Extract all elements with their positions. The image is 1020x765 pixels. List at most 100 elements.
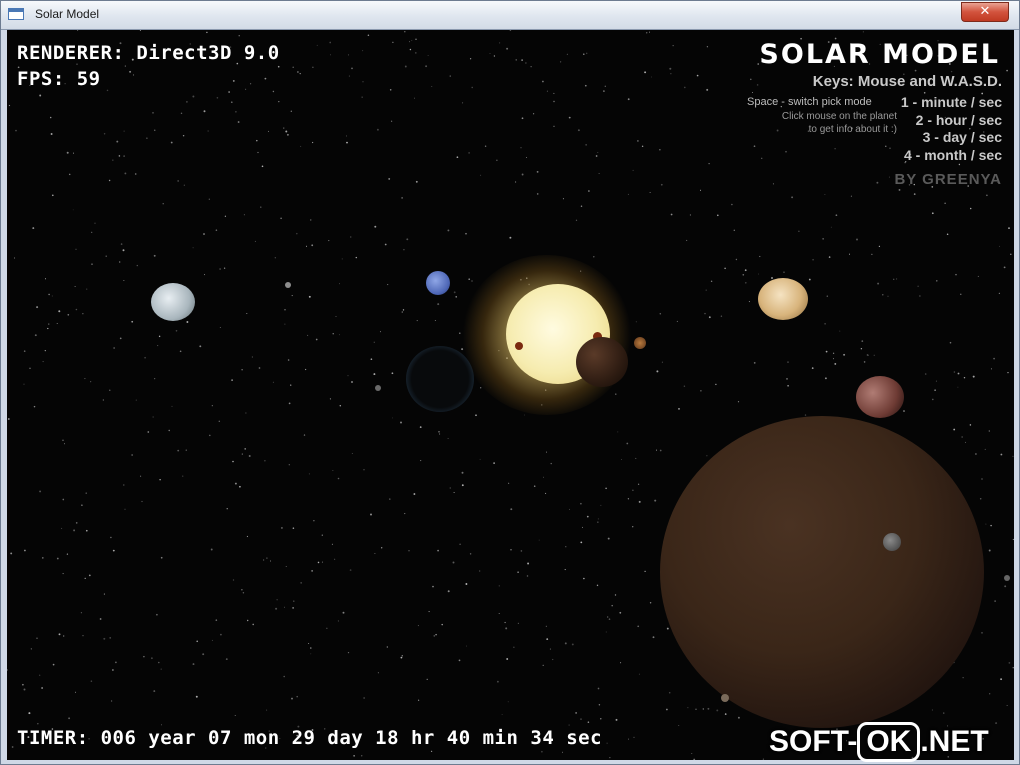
star <box>498 585 500 587</box>
star <box>156 613 158 616</box>
star <box>362 50 364 52</box>
star <box>311 141 314 144</box>
star <box>160 556 163 559</box>
star <box>84 577 86 580</box>
star <box>843 353 846 356</box>
star <box>14 257 16 259</box>
planet-jupiter[interactable] <box>660 416 984 728</box>
star <box>569 508 570 510</box>
star <box>861 340 864 342</box>
star <box>545 625 547 627</box>
star <box>934 389 936 391</box>
star <box>403 248 405 251</box>
star <box>1006 69 1008 72</box>
star <box>452 561 455 564</box>
star <box>641 145 644 148</box>
planet-mercury[interactable] <box>576 337 628 387</box>
star <box>183 184 185 186</box>
star <box>733 229 736 232</box>
planet-saturn[interactable] <box>758 278 808 320</box>
star <box>50 133 53 135</box>
star <box>702 708 704 710</box>
star <box>207 130 209 132</box>
star <box>1006 704 1008 706</box>
star <box>1012 667 1014 669</box>
title-bar[interactable]: Solar Model ✕ <box>1 1 1019 30</box>
star <box>23 688 26 691</box>
planet-small-grey[interactable] <box>375 385 381 391</box>
star <box>583 53 585 55</box>
star <box>546 638 549 640</box>
star <box>377 672 379 674</box>
star <box>287 359 290 361</box>
star <box>386 646 388 648</box>
star <box>119 337 122 340</box>
star <box>866 354 869 356</box>
star <box>51 295 53 297</box>
star <box>224 215 227 217</box>
star <box>51 194 54 197</box>
moon-tiny[interactable] <box>1004 575 1010 581</box>
star <box>308 295 311 298</box>
planet-tiny-moon[interactable] <box>285 282 291 288</box>
star <box>209 434 211 437</box>
star <box>724 713 727 715</box>
star <box>510 508 513 511</box>
star <box>353 755 355 757</box>
star <box>545 492 547 494</box>
star <box>425 65 428 68</box>
star <box>1012 538 1014 540</box>
star <box>588 190 590 192</box>
star <box>431 86 433 87</box>
moon-grey[interactable] <box>883 533 901 551</box>
star <box>456 156 459 159</box>
star <box>520 147 522 149</box>
star <box>67 313 70 316</box>
star <box>409 41 411 43</box>
star <box>235 110 237 113</box>
star <box>300 145 302 147</box>
star <box>232 579 235 581</box>
star <box>506 658 509 660</box>
star <box>957 386 959 388</box>
star <box>812 258 814 261</box>
star <box>931 709 933 711</box>
star <box>409 48 412 51</box>
star <box>990 524 992 527</box>
star <box>136 264 138 267</box>
moon-bottom[interactable] <box>721 694 729 702</box>
planet-neptune[interactable] <box>426 271 450 295</box>
star <box>143 655 145 658</box>
star <box>61 527 63 529</box>
planet-uranus[interactable] <box>151 283 195 321</box>
star <box>1003 266 1006 269</box>
star <box>913 193 916 195</box>
star <box>637 625 640 628</box>
star <box>860 348 863 350</box>
star <box>832 358 834 360</box>
star <box>597 518 599 520</box>
star <box>335 315 337 317</box>
star <box>90 680 93 682</box>
star <box>152 416 154 418</box>
close-button[interactable]: ✕ <box>961 2 1009 22</box>
star <box>687 707 689 709</box>
star <box>74 286 76 287</box>
pick-mode-help: Space - switch pick mode <box>747 96 872 108</box>
star <box>981 632 983 634</box>
render-viewport[interactable]: RENDERER: Direct3D 9.0 FPS: 59 TIMER: 00… <box>7 30 1014 760</box>
star <box>885 145 887 147</box>
star <box>965 441 966 443</box>
star <box>876 181 879 184</box>
star <box>826 295 829 297</box>
star <box>211 405 213 407</box>
planet-mars[interactable] <box>856 376 904 418</box>
star <box>468 278 471 280</box>
star <box>33 405 36 408</box>
star <box>955 273 957 276</box>
planet-ringed-dark[interactable] <box>406 346 474 412</box>
fps-counter: FPS: 59 <box>17 68 101 90</box>
star <box>632 526 634 528</box>
planet-small-orange[interactable] <box>634 337 646 349</box>
star <box>219 268 221 270</box>
